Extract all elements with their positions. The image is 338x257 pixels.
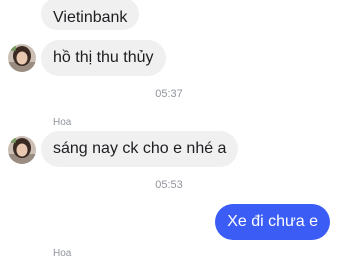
avatar-icon [8, 136, 36, 164]
message-bubble-outgoing[interactable]: Xe đi chưa e [215, 204, 330, 240]
message-bubble-incoming[interactable]: Vietinbank [41, 0, 140, 30]
sender-name: Hoa [53, 248, 72, 257]
sender-name: Hoa [53, 117, 72, 128]
message-bubble-incoming[interactable]: hồ thị thu thủy [41, 40, 166, 76]
message-thread: Vietinbank hồ thị thu thủy 05:37 Hoa sán… [0, 0, 338, 257]
message-text: sáng nay ck cho e nhé a [53, 140, 227, 157]
avatar[interactable] [8, 136, 36, 164]
timestamp: 05:37 [155, 88, 183, 100]
avatar-icon [8, 44, 36, 72]
message-text: Xe đi chưa e [227, 213, 318, 230]
avatar[interactable] [8, 44, 36, 72]
message-text: Vietinbank [53, 9, 128, 26]
message-bubble-incoming[interactable]: sáng nay ck cho e nhé a [41, 131, 239, 167]
message-text: hồ thị thu thủy [53, 49, 154, 66]
timestamp: 05:53 [155, 179, 183, 191]
